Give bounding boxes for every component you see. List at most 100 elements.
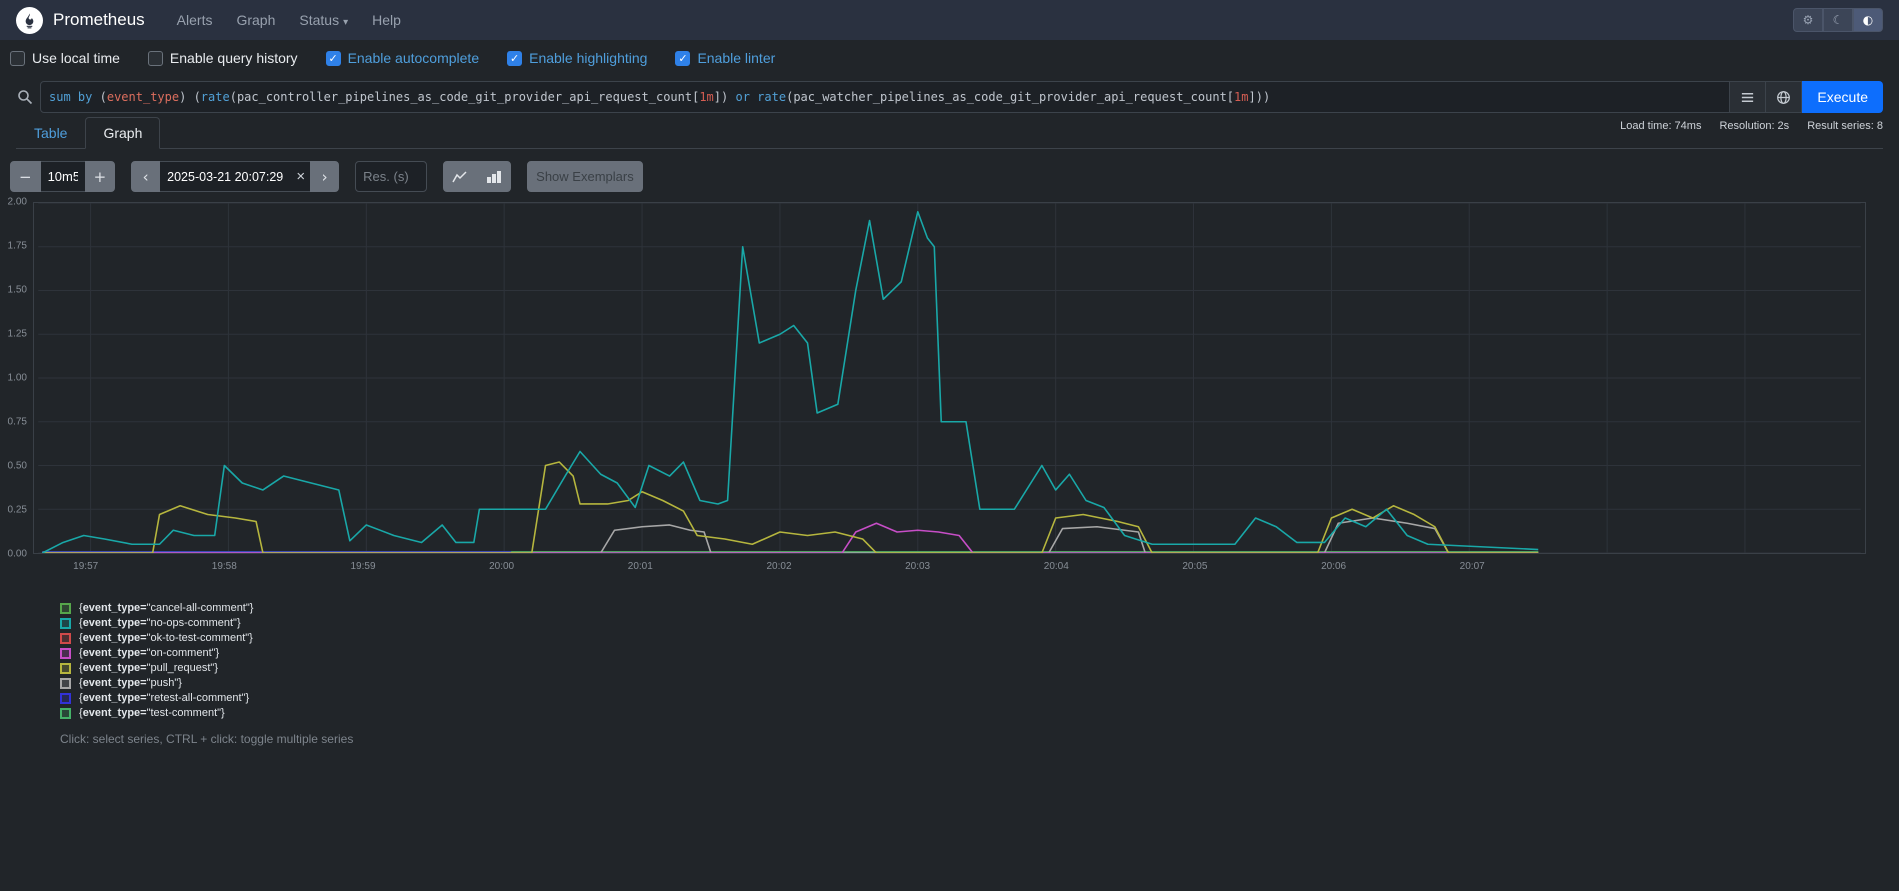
datetime-wrap: × — [160, 161, 310, 192]
legend-label: {event_type="test-comment"} — [79, 707, 225, 719]
legend-hint: Click: select series, CTRL + click: togg… — [60, 732, 1883, 746]
legend-item-on-comment[interactable]: {event_type="on-comment"} — [60, 647, 1883, 659]
query-token: ] — [714, 90, 721, 104]
datetime-input[interactable] — [160, 161, 310, 192]
query-options-button[interactable] — [1765, 82, 1801, 112]
query-token: event_type — [107, 90, 179, 104]
series-line-no-ops-comment — [42, 212, 1538, 553]
y-axis-label: 0.00 — [0, 549, 27, 560]
navbar-brand[interactable]: Prometheus — [16, 7, 145, 34]
legend-item-no-ops-comment[interactable]: {event_type="no-ops-comment"} — [60, 617, 1883, 629]
tab-table[interactable]: Table — [16, 117, 85, 149]
series-line-push — [42, 518, 1538, 553]
main-nav: AlertsGraphStatus▾Help — [165, 12, 413, 28]
checkbox-checked[interactable]: ✓ — [507, 51, 522, 66]
x-axis-label: 20:01 — [628, 561, 653, 572]
result-series-stat: Result series: 8 — [1807, 120, 1883, 132]
forward-time-button[interactable]: › — [310, 161, 339, 192]
query-token: ) — [1256, 90, 1263, 104]
query-token — [728, 90, 735, 104]
query-token: ) — [721, 90, 728, 104]
query-token: [ — [692, 90, 699, 104]
query-token: ( — [786, 90, 793, 104]
option-enable-linter[interactable]: ✓ Enable linter — [675, 50, 775, 66]
legend-item-retest-all-comment[interactable]: {event_type="retest-all-comment"} — [60, 692, 1883, 704]
y-axis-label: 1.75 — [0, 241, 27, 252]
graph-canvas[interactable] — [33, 202, 1866, 554]
auto-contrast-icon[interactable]: ◐ — [1853, 8, 1883, 32]
checkbox-checked[interactable]: ✓ — [675, 51, 690, 66]
globe-icon — [1776, 90, 1791, 105]
load-time-stat: Load time: 74ms — [1620, 120, 1701, 132]
nav-item-alerts[interactable]: Alerts — [165, 12, 225, 28]
legend-swatch — [60, 678, 71, 689]
legend-item-ok-to-test-comment[interactable]: {event_type="ok-to-test-comment"} — [60, 632, 1883, 644]
option-label: Enable query history — [170, 50, 298, 66]
legend-item-pull-request[interactable]: {event_type="pull_request"} — [60, 662, 1883, 674]
tab-graph[interactable]: Graph — [85, 117, 160, 149]
option-enable-query-history[interactable]: Enable query history — [148, 50, 298, 66]
legend-item-push[interactable]: {event_type="push"} — [60, 677, 1883, 689]
search-icon — [10, 81, 40, 113]
graph-legend: {event_type="cancel-all-comment"} {event_… — [60, 602, 1883, 719]
query-expression-input[interactable]: sum by (event_type) (rate(pac_controller… — [41, 82, 1729, 112]
nav-item-graph[interactable]: Graph — [224, 12, 287, 28]
range-input[interactable] — [41, 161, 85, 192]
legend-swatch — [60, 618, 71, 629]
option-enable-autocomplete[interactable]: ✓Enable autocomplete — [326, 50, 480, 66]
option-enable-highlighting[interactable]: ✓ Enable highlighting — [507, 50, 647, 66]
clear-datetime-button[interactable]: × — [296, 161, 305, 192]
option-use-local-time[interactable]: Use local time — [10, 50, 120, 66]
brand-title: Prometheus — [53, 10, 145, 30]
execute-button[interactable]: Execute — [1802, 81, 1883, 113]
legend-item-test-comment[interactable]: {event_type="test-comment"} — [60, 707, 1883, 719]
x-axis-label: 19:58 — [212, 561, 237, 572]
nav-item-help[interactable]: Help — [360, 12, 413, 28]
option-label: Enable highlighting — [529, 50, 647, 66]
stacked-chart-icon — [486, 170, 502, 184]
checkbox-unchecked[interactable] — [10, 51, 25, 66]
range-group: − + — [10, 161, 115, 192]
y-axis-label: 0.75 — [0, 417, 27, 428]
x-axis-label: 20:07 — [1460, 561, 1485, 572]
option-label: Enable linter — [697, 50, 775, 66]
x-axis-label: 19:59 — [350, 561, 375, 572]
decrease-range-button[interactable]: − — [10, 161, 41, 192]
query-token: sum — [49, 90, 71, 104]
caret-down-icon: ▾ — [343, 17, 348, 28]
legend-swatch — [60, 603, 71, 614]
line-chart-icon — [452, 170, 468, 184]
legend-label: {event_type="ok-to-test-comment"} — [79, 632, 253, 644]
query-token — [92, 90, 99, 104]
options-row: Use local timeEnable query history✓Enabl… — [0, 40, 1899, 75]
tabs: TableGraph — [16, 117, 160, 148]
metrics-explorer-icon — [1740, 90, 1755, 105]
query-token: pac_watcher_pipelines_as_code_git_provid… — [793, 90, 1226, 104]
gear-icon[interactable]: ⚙ — [1793, 8, 1823, 32]
back-time-button[interactable]: ‹ — [131, 161, 160, 192]
stacked-chart-button[interactable] — [477, 161, 511, 192]
query-stats: Load time: 74ms Resolution: 2s Result se… — [1620, 117, 1883, 132]
query-token — [186, 90, 193, 104]
checkbox-unchecked[interactable] — [148, 51, 163, 66]
query-token: ( — [194, 90, 201, 104]
x-axis-label: 20:05 — [1182, 561, 1207, 572]
increase-range-button[interactable]: + — [85, 161, 116, 192]
show-exemplars-button[interactable]: Show Exemplars — [527, 161, 643, 192]
legend-label: {event_type="push"} — [79, 677, 182, 689]
moon-icon[interactable]: ☾ — [1823, 8, 1853, 32]
line-chart-button[interactable] — [443, 161, 477, 192]
legend-item-cancel-all-comment[interactable]: {event_type="cancel-all-comment"} — [60, 602, 1883, 614]
prometheus-logo-icon — [16, 7, 43, 34]
resolution-input[interactable] — [355, 161, 427, 192]
query-token: 1m — [699, 90, 713, 104]
nav-item-status[interactable]: Status▾ — [287, 12, 360, 28]
metrics-explorer-button[interactable] — [1729, 82, 1765, 112]
y-axis-label: 0.25 — [0, 505, 27, 516]
query-token: ) — [179, 90, 186, 104]
query-token: ( — [230, 90, 237, 104]
query-token: ] — [1248, 90, 1255, 104]
chart-type-group — [443, 161, 511, 192]
checkbox-checked[interactable]: ✓ — [326, 51, 341, 66]
query-token: rate — [757, 90, 786, 104]
